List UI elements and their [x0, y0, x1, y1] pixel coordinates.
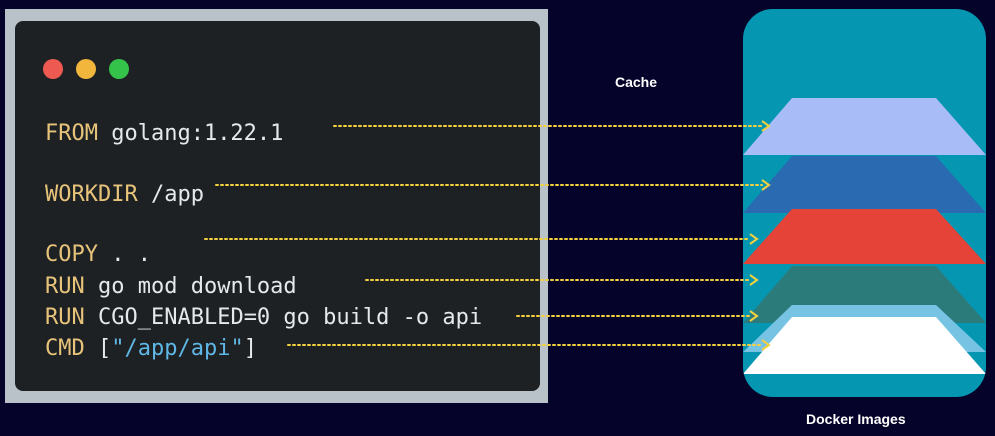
- diagram-overlay: [204, 9, 986, 397]
- cache-label: Cache: [615, 74, 658, 90]
- docker-images-label: Docker Images: [806, 411, 906, 427]
- layer-stack: [743, 98, 986, 374]
- connector-arrows: [204, 120, 771, 351]
